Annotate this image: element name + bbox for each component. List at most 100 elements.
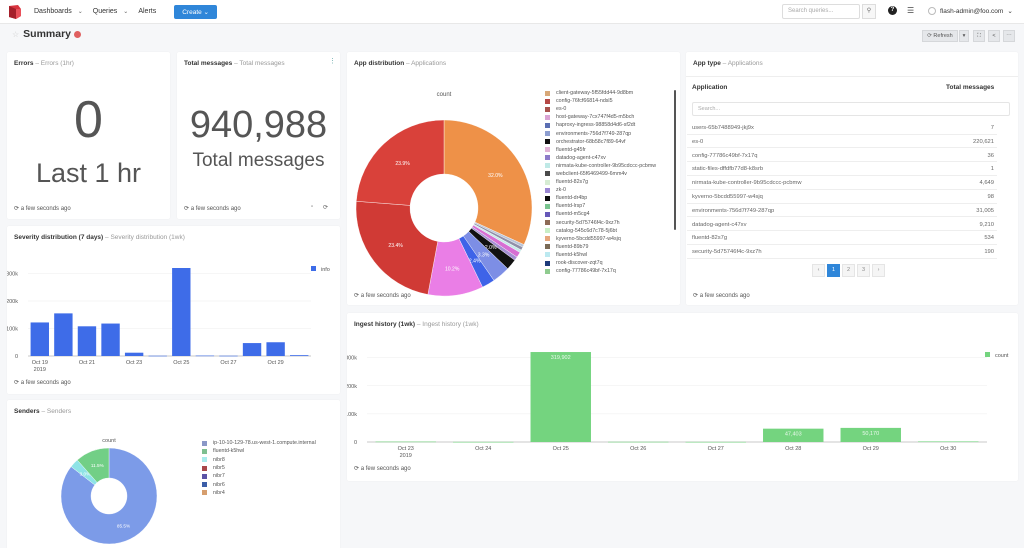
bar[interactable] (375, 441, 436, 443)
legend-item[interactable]: fluentd-g45fr (545, 146, 656, 154)
help-icon[interactable]: ? (888, 6, 897, 15)
legend-swatch (202, 440, 207, 446)
legend-item[interactable]: nibr5 (202, 464, 316, 472)
x-tick-label: Oct 25 (173, 360, 189, 366)
table-search-input[interactable]: Search... (692, 102, 1010, 116)
legend-item[interactable]: ip-10-10-129-78.us-west-1.compute.intern… (202, 439, 316, 447)
refresh-dropdown-icon[interactable]: ▾ (959, 30, 969, 42)
legend-item[interactable]: security-5d75746f4c-9xz7h (545, 219, 656, 227)
legend-item[interactable]: nirmata-kube-controller-9b95cdccc-pcbmw (545, 162, 656, 170)
legend-item[interactable]: zk-0 (545, 186, 656, 194)
cell-application: config-77786c49bf-7x17q (692, 152, 758, 159)
legend-item[interactable]: fluentd-dr4bp (545, 194, 656, 202)
bar[interactable] (608, 441, 669, 443)
share-icon[interactable]: < (988, 30, 1000, 42)
bar[interactable] (148, 355, 167, 357)
bar[interactable] (195, 355, 215, 357)
legend-item[interactable]: nibr4 (202, 489, 316, 497)
table-row[interactable]: users-65b7488949-jkj9x 7 (687, 121, 997, 135)
legend-item[interactable]: fluentd-82s7g (545, 178, 656, 186)
page-button[interactable]: 1 (827, 264, 840, 277)
legend-item[interactable]: fluentd-89b79 (545, 243, 656, 251)
app-logo[interactable] (6, 3, 24, 21)
column-header-total-messages[interactable]: Total messages (946, 84, 994, 91)
create-button[interactable]: Create ⌄ (174, 4, 217, 19)
legend-item[interactable]: nibr6 (202, 480, 316, 488)
table-row[interactable]: datadog-agent-c47xv 9,210 (687, 218, 997, 232)
kebab-menu-icon[interactable]: ⋮ (329, 57, 336, 65)
chevron-down-icon[interactable]: ⌄ (123, 8, 128, 15)
nav-dashboards[interactable]: Dashboards (34, 8, 72, 15)
bar[interactable] (918, 441, 979, 443)
legend-item[interactable]: environments-756d7f749-287qp (545, 129, 656, 137)
chevron-down-icon[interactable]: ⌄ (78, 8, 83, 15)
legend-item[interactable]: haproxy-ingress-98858d4d6-sf2dt (545, 121, 656, 129)
legend-item[interactable]: kyverno-5bcdd55997-w4sjq (545, 235, 656, 243)
bar[interactable] (266, 342, 285, 356)
refresh-icon[interactable]: ⟳ (323, 204, 328, 211)
bar[interactable] (77, 326, 97, 356)
bar[interactable] (54, 313, 73, 356)
legend-item[interactable]: fluentd-m5cg4 (545, 210, 656, 218)
search-icon[interactable]: ⚲ (862, 4, 876, 19)
pie-slice[interactable] (443, 119, 533, 245)
bar[interactable] (685, 441, 746, 443)
legend-item[interactable]: nibr8 (202, 456, 316, 464)
favorite-star-icon[interactable]: ☆ (12, 30, 19, 39)
more-options-icon[interactable]: ⋯ (1003, 30, 1015, 42)
fullscreen-icon[interactable]: ▫ (311, 204, 313, 210)
legend-label: catalog-545c6d7c78-5j6bt (556, 227, 617, 234)
legend-item[interactable]: datadog-agent-c47xv (545, 154, 656, 162)
page-button[interactable]: 3 (857, 264, 870, 277)
table-row[interactable]: security-5d75746f4c-9xz7h 190 (687, 245, 997, 259)
bar[interactable] (219, 355, 238, 357)
search-queries-input[interactable]: Search queries... (782, 4, 860, 19)
settings-sliders-icon[interactable]: ☰ (907, 6, 914, 15)
nav-alerts[interactable]: Alerts (138, 8, 156, 15)
fullscreen-icon[interactable]: ⛶ (973, 30, 985, 42)
legend-item[interactable]: webclient-65f6469499-6mm4v (545, 170, 656, 178)
legend-item[interactable]: fluentd-k5hwl (545, 251, 656, 259)
cell-application: environments-756d7f749-287qp (692, 207, 775, 214)
user-menu[interactable]: flash-admin@foo.com ⌄ (928, 7, 1013, 15)
legend-swatch (545, 114, 550, 120)
legend-item[interactable]: nibr7 (202, 472, 316, 480)
table-row[interactable]: static-files-dffdfb77d8-k8srb 1 (687, 162, 997, 177)
legend-item[interactable]: config-76fcf66814-ndsl5 (545, 97, 656, 105)
bar[interactable] (242, 343, 262, 356)
legend-item[interactable]: client-gateway-5f55fdd44-9d8bm (545, 89, 656, 97)
legend-item[interactable]: es-0 (545, 105, 656, 113)
legend-swatch (545, 220, 550, 226)
bar[interactable] (530, 352, 591, 442)
bar[interactable] (453, 441, 514, 443)
bar[interactable] (101, 323, 120, 356)
prev-page-button[interactable]: ‹ (812, 264, 825, 277)
legend-item[interactable]: orchestrator-68b58c7f89-64vf (545, 138, 656, 146)
legend-item[interactable]: catalog-545c6d7c78-5j6bt (545, 227, 656, 235)
bar[interactable] (124, 352, 144, 356)
legend-label: client-gateway-5f55fdd44-9d8bm (556, 90, 634, 97)
legend-swatch (202, 490, 207, 496)
table-row[interactable]: es-0 220,621 (687, 135, 997, 149)
table-row[interactable]: fluentd-82s7g 534 (687, 231, 997, 246)
refresh-button[interactable]: ⟳ Refresh (922, 30, 958, 42)
legend-item[interactable]: fluentd-lrsp7 (545, 202, 656, 210)
bar[interactable] (290, 355, 309, 356)
legend-item[interactable]: config-77786c49bf-7x17q (545, 267, 656, 275)
bar[interactable] (172, 268, 191, 356)
legend-item[interactable]: rook-discover-zqt7q (545, 259, 656, 267)
table-row[interactable]: environments-756d7f749-287qp 31,005 (687, 204, 997, 218)
senders-panel: Senders – Senders count 85.5% 3.0% 11.5% ip… (7, 400, 340, 548)
column-header-application[interactable]: Application (692, 84, 727, 91)
bar[interactable] (30, 322, 49, 356)
page-button[interactable]: 2 (842, 264, 855, 277)
nav-queries[interactable]: Queries (93, 8, 118, 15)
table-row[interactable]: nirmata-kube-controller-9b95cdccc-pcbmw 4… (687, 176, 997, 190)
table-row[interactable]: config-77786c49bf-7x17q 36 (687, 149, 997, 163)
legend-scrollbar[interactable] (674, 90, 676, 230)
table-row[interactable]: kyverno-5bcdd55997-w4sjq 98 (687, 190, 997, 204)
legend-item[interactable]: fluentd-k5hwl (202, 447, 316, 455)
next-page-button[interactable]: › (872, 264, 885, 277)
cell-total-messages: 220,621 (973, 138, 994, 145)
legend-item[interactable]: host-gateway-7cx747f4d5-m5bch (545, 113, 656, 121)
